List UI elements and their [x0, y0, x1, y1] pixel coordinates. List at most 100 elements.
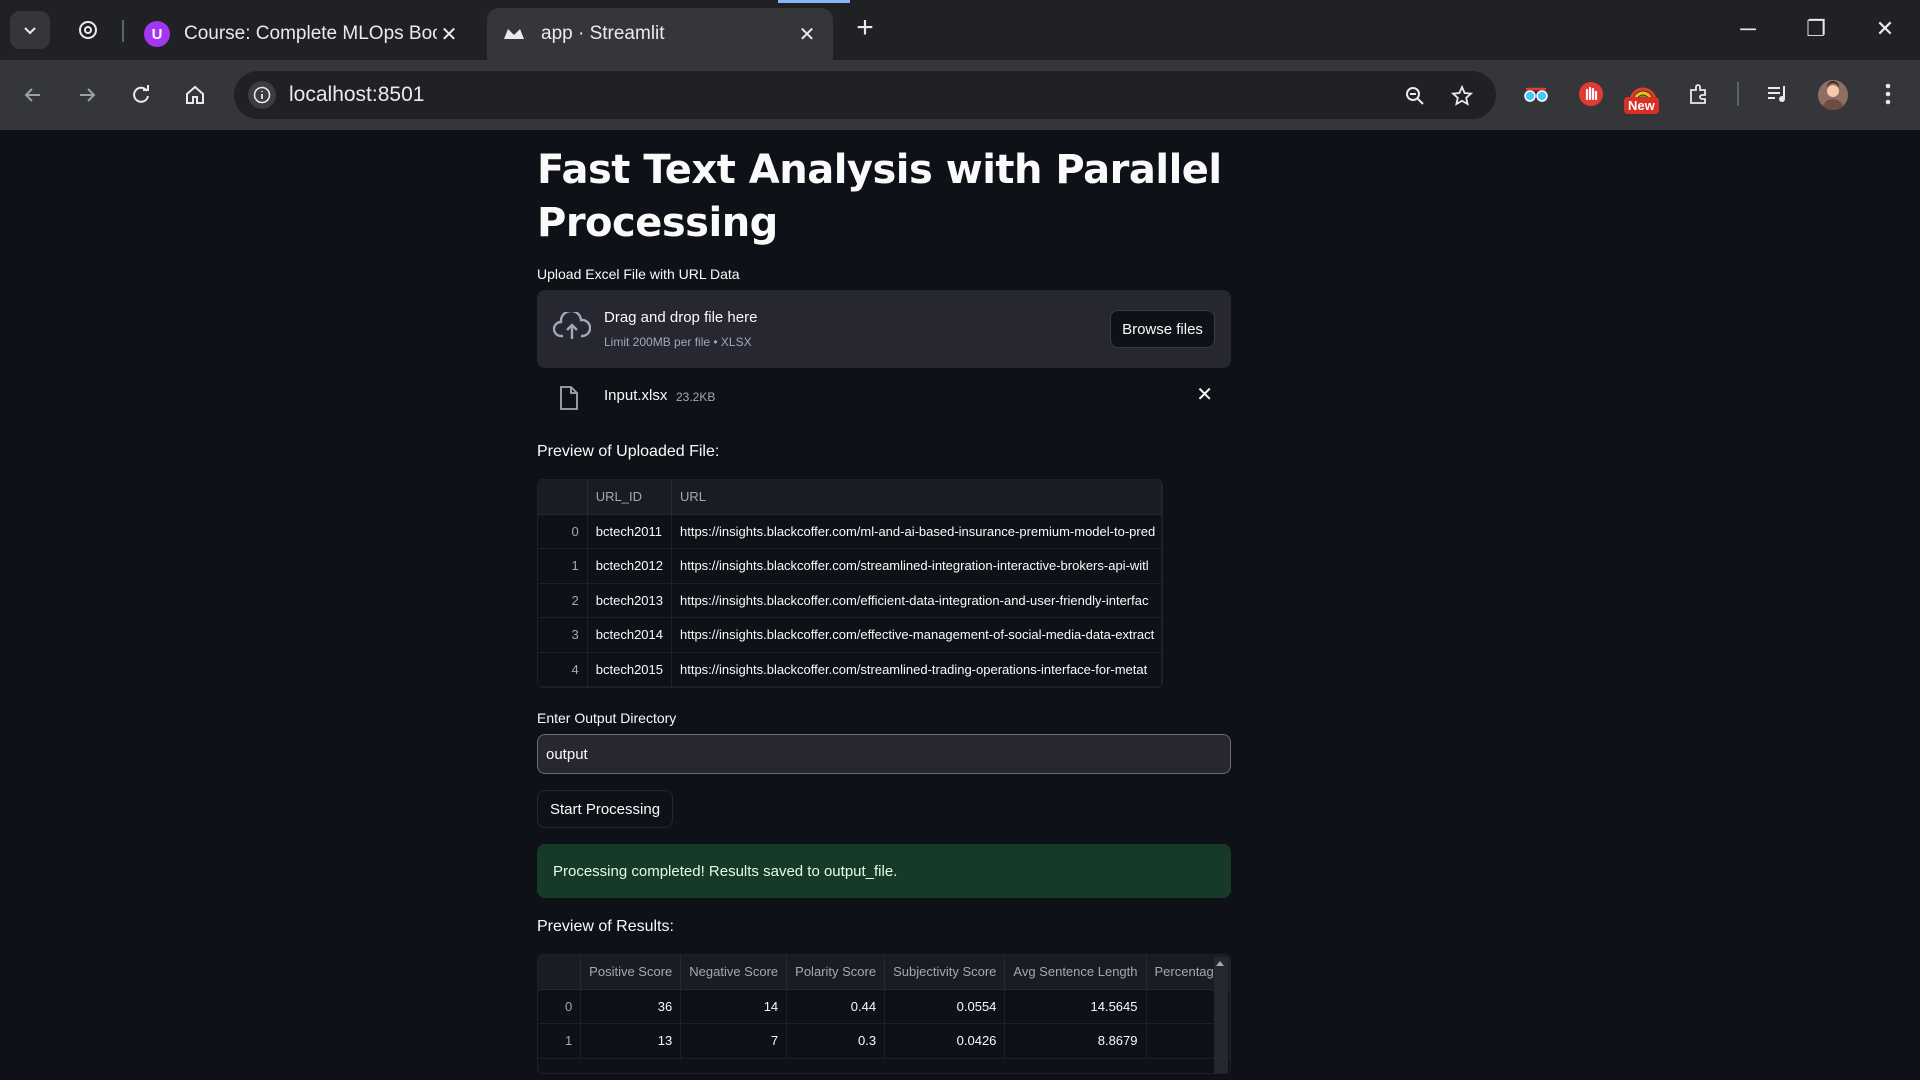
streamlit-main: Fast Text Analysis with Parallel Process…	[537, 130, 1231, 1074]
new-badge: New	[1624, 97, 1659, 114]
more-options-icon[interactable]	[1872, 78, 1904, 110]
page-title: Fast Text Analysis with Parallel Process…	[537, 147, 1222, 246]
url-cell[interactable]: https://insights.blackcoffer.com/efficie…	[671, 583, 1162, 618]
table-row: 0 36 14 0.44 0.0554 14.5645	[538, 989, 1230, 1024]
close-icon[interactable]: ✕	[437, 22, 461, 47]
tab-separator	[122, 20, 124, 42]
output-dir-label: Enter Output Directory	[537, 710, 677, 726]
browser-tab-bar: U Course: Complete MLOps Bootc ✕ app · S…	[0, 0, 1920, 60]
file-icon	[559, 386, 579, 415]
tab-search-button[interactable]	[10, 11, 50, 49]
table-row: 4 bctech2015 https://insights.blackcoffe…	[538, 652, 1162, 687]
row-index: 2	[538, 583, 588, 618]
tab-course[interactable]: U Course: Complete MLOps Bootc ✕	[130, 8, 475, 60]
dropzone-instructions: Drag and drop file here	[604, 309, 758, 326]
udemy-icon: U	[144, 21, 170, 47]
chevron-down-icon	[24, 27, 36, 35]
window-close-icon[interactable]: ✕	[1870, 14, 1900, 44]
site-info-icon[interactable]	[248, 81, 276, 109]
cloud-upload-icon	[552, 309, 592, 347]
back-icon[interactable]	[16, 78, 50, 112]
tab-title: app · Streamlit	[541, 23, 665, 44]
remove-file-icon[interactable]: ✕	[1196, 382, 1213, 407]
zoom-icon[interactable]	[1402, 83, 1428, 109]
bookmark-star-icon[interactable]	[1449, 83, 1475, 109]
column-header-url-id[interactable]: URL_ID	[587, 480, 673, 515]
home-icon[interactable]	[178, 78, 212, 112]
upload-label: Upload Excel File with URL Data	[537, 266, 740, 282]
media-control-icon[interactable]	[1762, 78, 1794, 110]
avg-sentence-length-cell[interactable]: 8.8679	[1004, 1023, 1147, 1059]
output-dir-input[interactable]: output	[537, 734, 1231, 774]
file-size: 23.2KB	[676, 390, 716, 404]
column-header-positive-score[interactable]: Positive Score	[580, 955, 682, 990]
positive-score-cell[interactable]: 36	[580, 989, 682, 1024]
column-header-index[interactable]	[538, 480, 588, 515]
url-id-cell[interactable]: bctech2015	[587, 652, 673, 687]
table-scrollbar[interactable]	[1214, 957, 1228, 1073]
tab-loading-indicator	[778, 0, 850, 3]
row-index: 4	[538, 652, 588, 687]
column-header-subjectivity-score[interactable]: Subjectivity Score	[884, 955, 1006, 990]
table-header-row: Positive Score Negative Score Polarity S…	[538, 955, 1230, 990]
forward-icon[interactable]	[70, 78, 104, 112]
close-icon[interactable]: ✕	[795, 22, 819, 47]
url-cell[interactable]: https://insights.blackcoffer.com/effecti…	[671, 617, 1162, 653]
new-tab-button[interactable]: +	[850, 13, 880, 44]
tab-title: Course: Complete MLOps Bootc	[184, 23, 437, 44]
subjectivity-score-cell[interactable]: 0.0426	[884, 1023, 1006, 1059]
extensions-puzzle-icon[interactable]	[1683, 78, 1715, 110]
negative-score-cell[interactable]: 7	[680, 1023, 788, 1059]
file-dropzone[interactable]: Drag and drop file here Limit 200MB per …	[537, 290, 1231, 368]
url-id-cell[interactable]: bctech2011	[587, 514, 673, 549]
column-header-negative-score[interactable]: Negative Score	[680, 955, 788, 990]
table-row: 1 bctech2012 https://insights.blackcoffe…	[538, 548, 1162, 584]
tab-streamlit[interactable]: app · Streamlit ✕	[487, 8, 833, 60]
table-header-row: URL_ID URL	[538, 480, 1162, 515]
uploaded-file-row: Input.xlsx 23.2KB ✕	[537, 368, 1231, 428]
url-text: localhost:8501	[289, 83, 425, 106]
streamlit-icon	[501, 21, 527, 47]
scroll-up-arrow-icon[interactable]	[1216, 961, 1224, 966]
avg-sentence-length-cell[interactable]: 14.5645	[1004, 989, 1147, 1024]
minimize-icon[interactable]: ─	[1733, 14, 1763, 44]
row-index: 3	[538, 617, 588, 653]
positive-score-cell[interactable]: 13	[580, 1023, 682, 1059]
reload-icon[interactable]	[124, 78, 158, 112]
url-id-cell[interactable]: bctech2013	[587, 583, 673, 618]
restore-icon[interactable]: ❐	[1801, 14, 1831, 44]
url-cell[interactable]: https://insights.blackcoffer.com/streaml…	[671, 548, 1162, 584]
url-cell[interactable]: https://insights.blackcoffer.com/streaml…	[671, 652, 1162, 687]
results-heading: Preview of Results:	[537, 918, 674, 935]
chatgpt-icon	[79, 21, 97, 39]
row-index: 1	[538, 1023, 582, 1059]
spy-glasses-extension-icon[interactable]	[1520, 78, 1552, 110]
row-index: 0	[538, 514, 588, 549]
polarity-score-cell[interactable]: 0.44	[786, 989, 886, 1024]
row-index: 1	[538, 548, 588, 584]
preview-dataframe[interactable]: URL_ID URL 0 bctech2011 https://insights…	[537, 479, 1163, 688]
negative-score-cell[interactable]: 14	[680, 989, 788, 1024]
column-header-polarity-score[interactable]: Polarity Score	[786, 955, 886, 990]
address-bar[interactable]: localhost:8501	[234, 71, 1496, 119]
browse-files-button[interactable]: Browse files	[1110, 310, 1215, 348]
column-header-url[interactable]: URL	[671, 480, 1162, 515]
toolbar-separator	[1737, 82, 1739, 106]
column-header-avg-sentence-length[interactable]: Avg Sentence Length	[1004, 955, 1147, 990]
url-id-cell[interactable]: bctech2014	[587, 617, 673, 653]
adblock-hand-icon[interactable]	[1575, 78, 1607, 110]
profile-avatar[interactable]	[1818, 80, 1848, 110]
results-dataframe[interactable]: Positive Score Negative Score Polarity S…	[537, 954, 1231, 1074]
dropzone-limit-text: Limit 200MB per file • XLSX	[604, 335, 752, 349]
polarity-score-cell[interactable]: 0.3	[786, 1023, 886, 1059]
file-name: Input.xlsx	[604, 387, 668, 404]
start-processing-button[interactable]: Start Processing	[537, 790, 674, 828]
column-header-index[interactable]	[538, 955, 582, 990]
table-row: 3 bctech2014 https://insights.blackcoffe…	[538, 617, 1162, 653]
table-row: 2 bctech2013 https://insights.blackcoffe…	[538, 583, 1162, 618]
row-index: 0	[538, 989, 582, 1024]
url-id-cell[interactable]: bctech2012	[587, 548, 673, 584]
url-cell[interactable]: https://insights.blackcoffer.com/ml-and-…	[671, 514, 1162, 549]
pinned-tab-chatgpt[interactable]	[74, 16, 102, 44]
subjectivity-score-cell[interactable]: 0.0554	[884, 989, 1006, 1024]
